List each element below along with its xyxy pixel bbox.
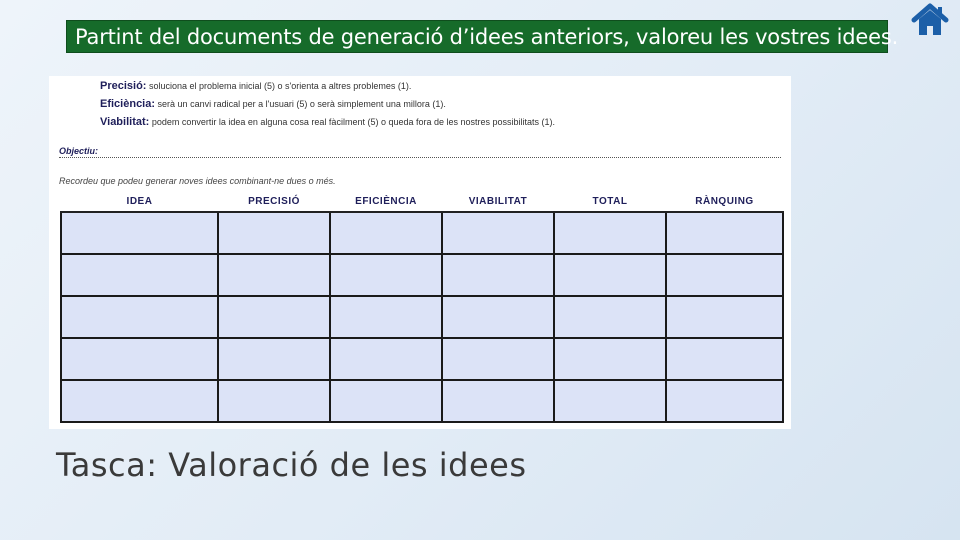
criterion-label: Precisió: [100, 80, 147, 92]
table-cell [441, 295, 555, 339]
table-cell [665, 295, 784, 339]
criterion-eficiencia: Eficiència: serà un canvi radical per a … [100, 98, 446, 110]
table-cell [441, 337, 555, 381]
header-idea: IDEA [61, 191, 218, 213]
criterion-text: serà un canvi radical per a l'usuari (5)… [157, 99, 446, 109]
header-viabilitat: VIABILITAT [442, 191, 554, 213]
table-cell [217, 211, 331, 255]
table-row [60, 253, 784, 297]
evaluation-document-image: Precisió: soluciona el problema inicial … [49, 76, 791, 429]
table-cell [329, 379, 443, 423]
table-row [60, 379, 784, 423]
table-cell [60, 253, 219, 297]
table-cell [217, 379, 331, 423]
criterion-precisio: Precisió: soluciona el problema inicial … [100, 80, 411, 92]
table-cell [553, 253, 667, 297]
ideas-table: IDEA PRECISIÓ EFICIÈNCIA VIABILITAT TOTA… [60, 191, 784, 423]
table-cell [441, 211, 555, 255]
header-total: TOTAL [554, 191, 666, 213]
table-cell [217, 295, 331, 339]
table-cell [665, 211, 784, 255]
slide-caption: Tasca: Valoració de les idees [56, 446, 527, 484]
table-cell [665, 379, 784, 423]
table-row [60, 295, 784, 339]
table-cell [329, 253, 443, 297]
header-precisio: PRECISIÓ [218, 191, 330, 213]
table-cell [665, 337, 784, 381]
table-cell [217, 337, 331, 381]
criterion-viabilitat: Viabilitat: podem convertir la idea en a… [100, 116, 555, 128]
table-cell [329, 295, 443, 339]
table-cell [60, 295, 219, 339]
table-cell [217, 253, 331, 297]
slide-title-banner: Partint del documents de generació d’ide… [66, 20, 898, 53]
table-cell [60, 211, 219, 255]
home-icon[interactable] [910, 2, 950, 38]
header-ranquing: RÀNQUING [666, 191, 783, 213]
criterion-label: Viabilitat: [100, 116, 150, 128]
criterion-label: Eficiència: [100, 98, 156, 110]
table-cell [553, 211, 667, 255]
header-eficiencia: EFICIÈNCIA [330, 191, 442, 213]
criterion-text: podem convertir la idea en alguna cosa r… [151, 117, 556, 127]
table-cell [441, 379, 555, 423]
objective-label: Objectiu: [59, 146, 99, 156]
table-row [60, 211, 784, 255]
table-cell [441, 253, 555, 297]
table-cell [60, 337, 219, 381]
table-cell [329, 337, 443, 381]
reminder-text: Recordeu que podeu generar noves idees c… [59, 176, 336, 186]
table-body [60, 211, 784, 423]
table-row [60, 337, 784, 381]
table-header-row: IDEA PRECISIÓ EFICIÈNCIA VIABILITAT TOTA… [61, 191, 783, 213]
table-cell [553, 295, 667, 339]
table-cell [329, 211, 443, 255]
table-cell [553, 337, 667, 381]
objective-line: Objectiu: [59, 146, 781, 158]
criterion-text: soluciona el problema inicial (5) o s'or… [148, 81, 412, 91]
table-cell [553, 379, 667, 423]
table-cell [665, 253, 784, 297]
table-cell [60, 379, 219, 423]
